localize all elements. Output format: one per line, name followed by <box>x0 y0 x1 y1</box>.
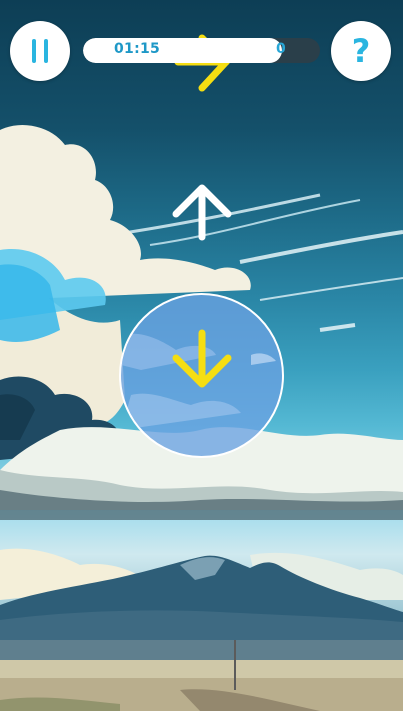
pause-icon <box>32 39 48 63</box>
game-screen: 01:15 0 ? <box>0 0 403 711</box>
pause-button[interactable] <box>10 21 70 81</box>
timer-text: 01:15 <box>114 41 161 57</box>
timer-end-text: 0 <box>276 41 286 57</box>
target-arrow-down <box>172 329 232 388</box>
help-button[interactable]: ? <box>331 21 391 81</box>
question-mark-icon: ? <box>351 32 371 70</box>
timer-bar-fill <box>83 38 282 63</box>
